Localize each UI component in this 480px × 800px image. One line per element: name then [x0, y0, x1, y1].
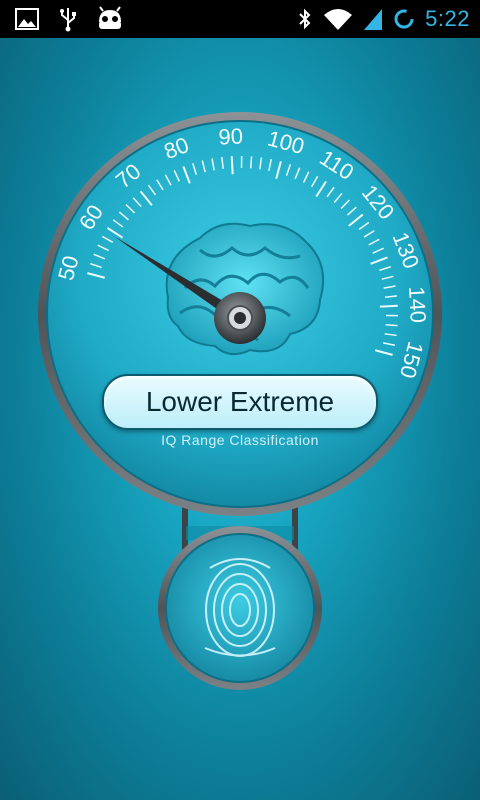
- tick-mark: [249, 156, 253, 169]
- wifi-icon: [323, 7, 353, 31]
- tick-label: 140: [404, 286, 431, 324]
- tick-mark: [230, 156, 234, 175]
- tick-label: 90: [218, 123, 244, 149]
- clock: 5:22: [425, 6, 470, 31]
- signal-icon: [363, 7, 383, 31]
- gallery-icon: [14, 6, 40, 32]
- status-bar: 5:22: [0, 0, 480, 38]
- classification-subtitle: IQ Range Classification: [161, 432, 319, 448]
- bluetooth-icon: [297, 7, 313, 31]
- tick-mark: [385, 323, 398, 327]
- usb-icon: [58, 6, 78, 32]
- tick-mark: [379, 304, 398, 308]
- sync-ring-icon: [393, 7, 415, 31]
- android-icon: [96, 6, 124, 32]
- fingerprint-scanner[interactable]: [165, 533, 315, 683]
- classification-result: Lower Extreme: [102, 374, 378, 430]
